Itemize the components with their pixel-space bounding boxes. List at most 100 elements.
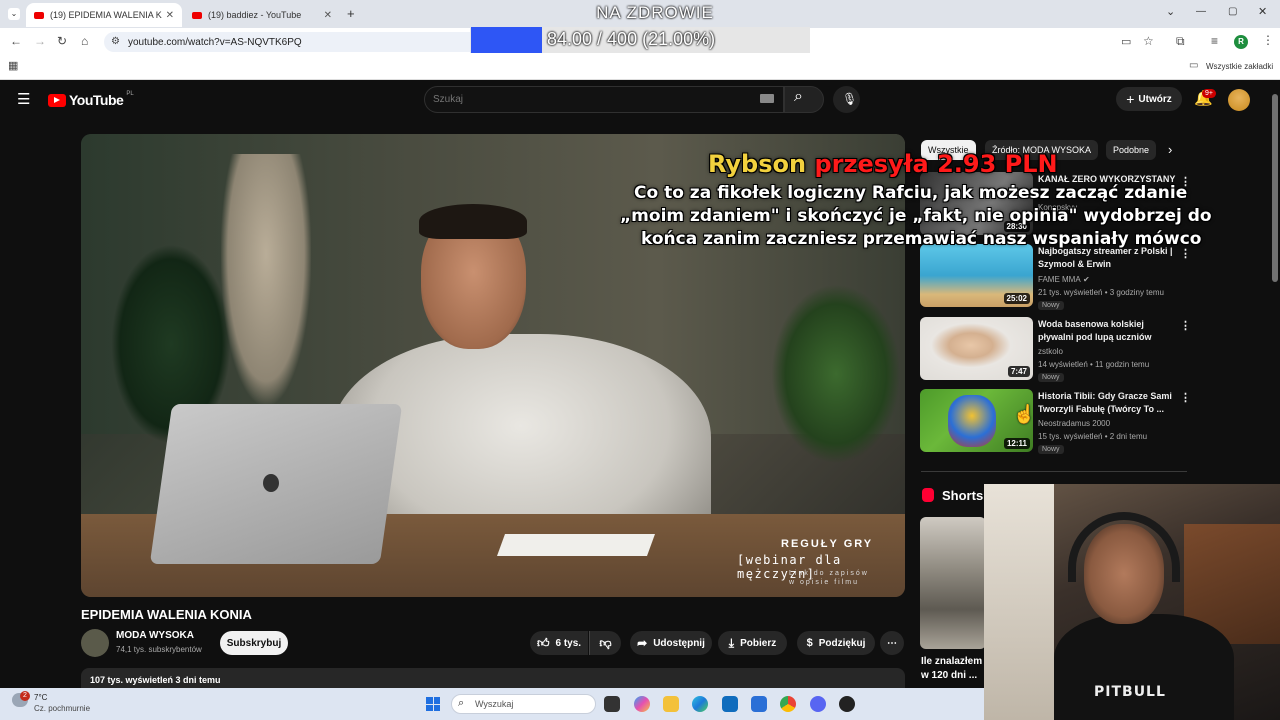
tab-inactive[interactable]: (19) baddiez - YouTube ✕ — [184, 3, 340, 27]
hamburger-menu-icon[interactable]: ☰ — [17, 90, 30, 108]
channel-avatar[interactable] — [81, 629, 109, 657]
reading-list-icon[interactable]: ≡ — [1211, 34, 1218, 48]
window-close-icon[interactable]: ✕ — [1258, 5, 1267, 18]
notification-count-badge: 9+ — [1202, 89, 1216, 98]
store-icon[interactable] — [751, 696, 767, 712]
weather-desc[interactable]: Cz. pochmurnie — [34, 704, 90, 713]
kebab-menu-icon[interactable]: ⋮ — [1180, 391, 1191, 404]
search-icon: ⌕ — [794, 88, 803, 105]
all-bookmarks-link[interactable]: Wszystkie zakładki — [1206, 62, 1273, 71]
subscribe-button[interactable]: Subskrybuj — [220, 631, 288, 655]
chevron-right-icon[interactable]: › — [1168, 142, 1172, 157]
video-overlay-line1: REGUŁY GRY — [781, 538, 874, 550]
donation-message-line1: Co to za fikołek logiczny Rafciu, jak mo… — [634, 183, 1188, 203]
video-duration: 12:11 — [1003, 438, 1030, 449]
copilot-icon[interactable] — [634, 696, 650, 712]
recommendation-meta: 15 tys. wyświetleń • 2 dni temu — [1038, 432, 1148, 441]
forward-icon[interactable]: → — [34, 34, 46, 48]
donation-action: przesyła 2.93 PLN — [814, 150, 1058, 178]
webcam-headphones — [1068, 512, 1180, 582]
video-duration: 25:02 — [1003, 293, 1030, 304]
shorts-heading: Shorts — [942, 488, 984, 503]
chip-similar[interactable]: Podobne — [1106, 140, 1157, 160]
video-scene-plant-right — [771, 284, 901, 464]
bookmark-star-icon[interactable]: ☆ — [1143, 34, 1154, 48]
tab-search-icon[interactable]: ⌄ — [8, 8, 20, 20]
edge-icon[interactable] — [692, 696, 708, 712]
channel-name[interactable]: MODA WYSOKA — [116, 630, 194, 641]
sidebar-divider — [921, 471, 1187, 472]
donation-message-line2: „moim zdaniem" i skończyć je „fakt, nie … — [620, 206, 1212, 226]
share-icon: ➦ — [637, 636, 648, 650]
short-thumbnail[interactable] — [920, 517, 986, 649]
obs-icon[interactable] — [839, 696, 855, 712]
thanks-icon: $ — [806, 637, 813, 649]
tab-close-icon[interactable]: ✕ — [166, 10, 174, 21]
recommendation-title[interactable]: Woda basenowa kolskiej pływalni pod lupą… — [1038, 318, 1178, 344]
recommendation-channel[interactable]: FAME MMA — [1038, 275, 1081, 284]
folder-icon: ▭ — [1189, 60, 1199, 71]
recommendation-thumbnail[interactable]: 7:47 — [920, 317, 1033, 380]
overlay-goal-fill — [471, 27, 543, 53]
window-minimize-icon[interactable]: — — [1196, 6, 1206, 17]
extensions-icon[interactable]: ⧉ — [1176, 34, 1185, 49]
download-button[interactable]: ⤓ Pobierz — [718, 631, 787, 655]
short-title-line1[interactable]: Ile znalazłem — [921, 656, 982, 667]
webcam-door — [984, 484, 1054, 720]
create-button[interactable]: + Utwórz — [1116, 87, 1182, 111]
url-text[interactable]: youtube.com/watch?v=AS-NQVTK6PQ — [128, 37, 302, 48]
window-restore-icon[interactable]: ▢ — [1228, 6, 1237, 17]
back-icon[interactable]: ← — [10, 34, 22, 48]
task-view-icon[interactable] — [604, 696, 620, 712]
recommendation-thumbnail[interactable]: 25:02 — [920, 244, 1033, 307]
new-badge: Nowy — [1038, 373, 1064, 382]
search-input[interactable] — [433, 91, 733, 107]
weather-temp[interactable]: 7°C — [34, 693, 47, 702]
keyboard-icon[interactable] — [760, 94, 774, 103]
new-tab-icon[interactable]: + — [347, 6, 355, 21]
outlook-icon[interactable] — [722, 696, 738, 712]
plus-icon: + — [1126, 91, 1135, 107]
video-title: EPIDEMIA WALENIA KONIA — [81, 607, 252, 622]
site-info-icon[interactable]: ⚙ — [111, 36, 120, 47]
mouse-cursor-hand-icon: ☝ — [1013, 404, 1036, 424]
thumbs-up-icon: 👍︎ — [536, 635, 550, 650]
share-button[interactable]: ➦ Udostępnij — [630, 631, 712, 655]
tab-active-label: (19) EPIDEMIA WALENIA KONIA — [50, 10, 162, 20]
apps-grid-icon[interactable]: ▦ — [8, 59, 18, 72]
recommendation-channel[interactable]: Neostradamus 2000 — [1038, 419, 1110, 428]
kebab-menu-icon[interactable]: ⋮ — [1180, 319, 1191, 332]
video-overlay-line3: Link do zapisów — [789, 570, 869, 577]
video-player[interactable]: REGUŁY GRY [webinar dla mężczyzn] Link d… — [81, 134, 905, 597]
taskbar-search[interactable] — [451, 694, 596, 714]
more-actions-button[interactable]: ⋯ — [880, 631, 904, 655]
tab-active[interactable]: (19) EPIDEMIA WALENIA KONIA ✕ — [26, 3, 182, 27]
donation-donor: Rybson — [708, 150, 807, 178]
cast-icon[interactable]: ▭ — [1121, 35, 1131, 48]
bookmarks-bar — [0, 56, 1280, 80]
video-person-hair — [419, 204, 527, 239]
short-title-line2[interactable]: w 120 dni ... — [921, 670, 977, 681]
recommendation-title[interactable]: Historia Tibii: Gdy Gracze Sami Tworzyli… — [1038, 390, 1178, 416]
thanks-button[interactable]: $ Podziękuj — [797, 631, 875, 655]
share-label: Udostępnij — [653, 637, 705, 649]
search-button[interactable] — [784, 86, 824, 113]
youtube-logo-text: YouTube — [69, 92, 124, 108]
discord-icon[interactable] — [810, 696, 826, 712]
dislike-button[interactable]: 👎︎ — [589, 631, 621, 655]
page-scrollbar-thumb[interactable] — [1272, 94, 1278, 282]
reload-icon[interactable]: ↻ — [57, 34, 67, 48]
tab-list-icon[interactable]: ⌄ — [1166, 5, 1175, 18]
file-explorer-icon[interactable] — [663, 696, 679, 712]
like-button[interactable]: 👍︎ 6 tys. — [530, 631, 588, 655]
weather-badge: 2 — [20, 691, 30, 701]
windows-start-icon[interactable] — [426, 697, 440, 711]
account-avatar[interactable] — [1228, 89, 1250, 111]
youtube-logo[interactable]: YouTube PL — [48, 91, 134, 108]
tab-close-icon[interactable]: ✕ — [324, 10, 332, 21]
home-icon[interactable]: ⌂ — [81, 34, 88, 48]
chrome-icon[interactable] — [780, 696, 796, 712]
recommendation-channel[interactable]: zstkolo — [1038, 347, 1063, 356]
profile-avatar[interactable]: R — [1234, 35, 1248, 49]
browser-menu-icon[interactable]: ⋮ — [1262, 33, 1274, 47]
